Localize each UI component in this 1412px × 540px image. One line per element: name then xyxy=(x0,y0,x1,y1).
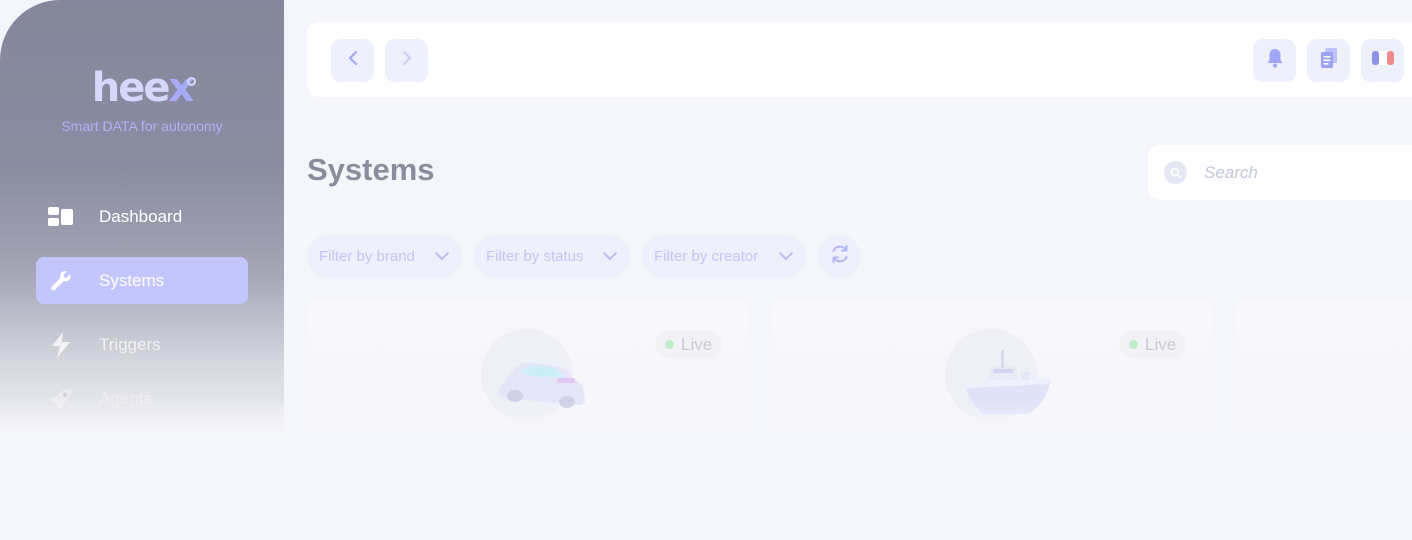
search-icon xyxy=(1164,161,1187,184)
chevron-left-icon xyxy=(347,50,359,71)
status-text: Live xyxy=(1145,334,1177,354)
brand-tagline: Smart DATA for autonomy xyxy=(61,118,223,134)
bottom-fade-overlay xyxy=(0,400,1412,540)
back-button[interactable] xyxy=(331,39,374,82)
chevron-down-icon xyxy=(602,248,618,269)
status-text: Live xyxy=(681,334,713,354)
logo-text-accent: x xyxy=(168,65,194,111)
status-dot-icon xyxy=(665,340,674,349)
lightning-icon xyxy=(48,332,74,358)
top-bar xyxy=(307,22,1412,97)
search-bar[interactable]: Search xyxy=(1148,145,1412,200)
logo-ring-icon xyxy=(187,77,197,86)
status-dot-icon xyxy=(1129,340,1138,349)
sidebar: heex Smart DATA for autonomy Dashboard S… xyxy=(0,0,284,440)
filter-label: Filter by brand xyxy=(319,248,415,265)
search-input[interactable]: Search xyxy=(1204,163,1258,183)
sidebar-item-dashboard[interactable]: Dashboard xyxy=(36,193,248,240)
filter-label: Filter by creator xyxy=(654,248,759,265)
dashboard-icon xyxy=(48,205,74,229)
filter-status-dropdown[interactable]: Filter by status xyxy=(474,235,630,278)
bell-icon xyxy=(1266,48,1284,73)
chevron-down-icon xyxy=(778,248,794,269)
page-title: Systems xyxy=(307,152,435,187)
sidebar-item-label: Dashboard xyxy=(99,206,183,226)
chevron-right-icon xyxy=(401,50,413,71)
refresh-icon xyxy=(829,243,851,270)
documents-button[interactable] xyxy=(1307,39,1350,82)
status-badge: Live xyxy=(1119,331,1187,358)
filter-label: Filter by status xyxy=(486,248,584,265)
sidebar-item-systems[interactable]: Systems xyxy=(36,257,248,304)
sidebar-item-triggers[interactable]: Triggers xyxy=(36,321,248,368)
language-button[interactable] xyxy=(1361,39,1404,82)
logo-text-main: hee xyxy=(91,65,171,111)
sidebar-item-label: Systems xyxy=(99,270,165,290)
chevron-down-icon xyxy=(434,248,450,269)
documents-icon xyxy=(1320,47,1338,74)
filter-brand-dropdown[interactable]: Filter by brand xyxy=(307,235,462,278)
france-flag-icon xyxy=(1371,50,1394,71)
forward-button[interactable] xyxy=(385,39,428,82)
reset-filters-button[interactable] xyxy=(818,235,861,278)
sidebar-item-label: Triggers xyxy=(99,334,161,354)
notifications-button[interactable] xyxy=(1253,39,1296,82)
app-root: heex Smart DATA for autonomy Dashboard S… xyxy=(0,0,1412,540)
brand-logo[interactable]: heex xyxy=(0,66,284,110)
status-badge: Live xyxy=(655,331,723,358)
filter-creator-dropdown[interactable]: Filter by creator xyxy=(642,235,806,278)
wrench-icon xyxy=(48,269,74,293)
